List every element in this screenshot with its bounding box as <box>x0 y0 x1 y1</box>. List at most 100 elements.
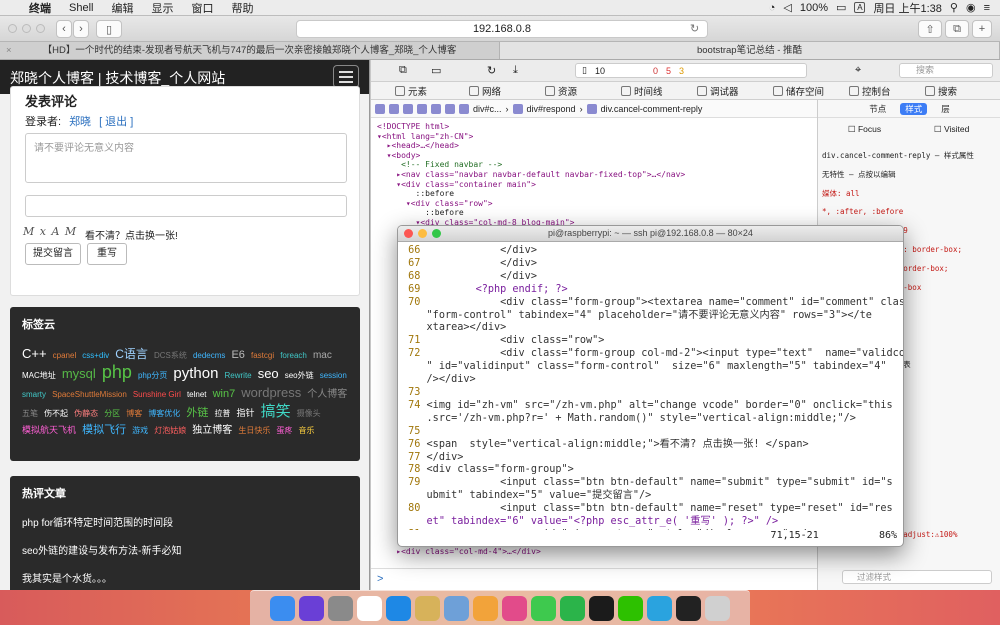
captcha-image[interactable]: M x A M <box>23 225 81 241</box>
tag-link[interactable]: 伪静态 <box>74 409 98 418</box>
dock-launchpad-icon[interactable] <box>328 595 353 621</box>
tag-link[interactable]: 博客优化 <box>148 409 180 418</box>
sidebar-tab-node[interactable]: 节点 <box>869 103 886 115</box>
tag-link[interactable]: 模拟飞行 <box>82 424 126 436</box>
tag-link[interactable]: 博客 <box>126 409 142 418</box>
dock-messages-icon[interactable] <box>531 595 556 621</box>
battery-icon[interactable]: ▭ <box>836 1 846 14</box>
style-rule-line[interactable]: *, :after, :before <box>822 207 903 216</box>
tag-link[interactable]: wordpress <box>241 385 301 400</box>
console-prompt[interactable]: > <box>371 568 817 590</box>
activity-viewer[interactable]: ▯ 10 0 5 3 <box>575 63 807 78</box>
window-minimize-button[interactable] <box>22 24 31 33</box>
breadcrumb-item[interactable]: div#respond <box>527 104 576 114</box>
dock-finder-icon[interactable] <box>270 595 295 621</box>
dom-node[interactable]: ▸<div class="col-md-4">…</div> <box>377 547 811 557</box>
tag-link[interactable]: 搞笑 <box>261 403 291 420</box>
sidebar-tab-layers[interactable]: 层 <box>941 103 950 115</box>
menu-help[interactable]: 帮助 <box>222 0 262 16</box>
style-rule-line[interactable]: 无特性 — 点按以编辑 <box>822 169 896 180</box>
tag-link[interactable]: 伤不起 <box>44 409 68 418</box>
tag-link[interactable]: foreach <box>280 351 307 360</box>
tab-elements[interactable]: 元素 <box>395 84 427 98</box>
tag-link[interactable]: mysql <box>62 366 96 381</box>
tag-link[interactable]: E6 <box>231 349 244 361</box>
volume-icon[interactable]: ◁ <box>783 1 791 14</box>
tab-storage[interactable]: 储存空间 <box>773 84 824 98</box>
comment-textarea[interactable]: 请不要评论无意义内容 <box>25 133 347 183</box>
tag-link[interactable]: seo外链 <box>285 371 314 380</box>
tab-debugger[interactable]: 调试器 <box>697 84 739 98</box>
dock-wechat-icon[interactable] <box>618 595 643 621</box>
tag-link[interactable]: DCS系统 <box>154 351 187 360</box>
new-tab-button[interactable]: + <box>972 20 992 38</box>
hot-article-link[interactable]: seo外链的建设与发布方法-新手必知 <box>22 542 181 557</box>
tag-link[interactable]: php分页 <box>138 371 167 380</box>
dock-telegram-icon[interactable] <box>647 595 672 621</box>
tab-blog-article[interactable]: × 【HD】一个时代的结束-发现者号航天飞机与747的最后一次亲密接触郑晓个人博客… <box>0 42 500 59</box>
tag-link[interactable]: 分区 <box>104 409 120 418</box>
breadcrumb-item[interactable]: div#c... <box>473 104 502 114</box>
tag-link[interactable]: telnet <box>187 390 207 399</box>
tab-resources[interactable]: 资源 <box>545 84 577 98</box>
tag-link[interactable]: 外链 <box>186 407 208 419</box>
tag-link[interactable]: 蛋疼 <box>276 426 292 435</box>
sidebar-toggle-button[interactable]: ▯ <box>96 20 122 38</box>
forward-button[interactable]: › <box>73 20 89 38</box>
validcode-input[interactable] <box>25 195 347 217</box>
back-button[interactable]: ‹ <box>56 20 72 38</box>
tag-link[interactable]: 拉普 <box>214 409 230 418</box>
dock-calendar-icon[interactable] <box>357 595 382 621</box>
tag-link[interactable]: Sunshine Girl <box>133 390 181 399</box>
reset-button[interactable]: 重写 <box>87 243 127 265</box>
tag-link[interactable]: win7 <box>213 388 236 400</box>
battery-percent[interactable]: 100% <box>800 2 828 14</box>
tag-link[interactable]: mac <box>313 350 332 361</box>
tab-bootstrap-notes[interactable]: bootstrap笔记总结 - 推酷 <box>500 42 1000 59</box>
reload-page-icon[interactable]: ↻ <box>487 64 496 77</box>
dom-node[interactable]: ::before <box>377 189 811 199</box>
menu-app-name[interactable]: 终端 <box>20 0 60 16</box>
dom-node[interactable]: ▾<html lang="zh-CN"> <box>377 132 811 142</box>
download-icon[interactable]: ⤓ <box>513 64 518 77</box>
tag-link[interactable]: css+div <box>82 351 109 360</box>
tag-link[interactable]: 五笔 <box>22 409 38 418</box>
tag-link[interactable]: 模拟航天飞机 <box>22 425 76 435</box>
terminal-zoom-button[interactable] <box>432 229 441 238</box>
split-view-icon[interactable]: ▭ <box>431 64 441 77</box>
menu-window[interactable]: 窗口 <box>182 0 222 16</box>
dock-photos-icon[interactable] <box>473 595 498 621</box>
tag-link[interactable]: smarty <box>22 390 46 399</box>
submit-button[interactable]: 提交留言 <box>25 243 81 265</box>
tab-timeline[interactable]: 时间线 <box>621 84 663 98</box>
spotlight-icon[interactable]: ⚲ <box>950 1 958 14</box>
navbar-toggle-button[interactable] <box>333 65 359 88</box>
tag-link[interactable]: Rewrite <box>225 371 252 380</box>
terminal-minimize-button[interactable] <box>418 229 427 238</box>
terminal-close-button[interactable] <box>404 229 413 238</box>
tag-link[interactable]: seo <box>258 366 279 381</box>
tag-link[interactable]: 摄像头 <box>297 409 321 418</box>
reload-icon[interactable]: ↻ <box>690 22 699 35</box>
dock-terminal-icon[interactable] <box>676 595 701 621</box>
clock[interactable]: 周日 上午1:38 <box>873 0 941 16</box>
dock-qq-icon[interactable] <box>589 595 614 621</box>
tag-link[interactable]: 生日快乐 <box>238 426 270 435</box>
share-button[interactable]: ⇧ <box>918 20 942 38</box>
tag-link[interactable]: cpanel <box>53 351 77 360</box>
menu-shell[interactable]: Shell <box>60 2 102 14</box>
dock-siri-icon[interactable] <box>299 595 324 621</box>
dock-itunes-icon[interactable] <box>502 595 527 621</box>
tag-link[interactable]: python <box>173 365 218 382</box>
user-icon[interactable]: ◉ <box>966 1 976 14</box>
dock-mode-icon[interactable]: ⧉ <box>399 64 407 77</box>
dom-node[interactable]: <!-- Fixed navbar --> <box>377 160 811 170</box>
logout-link[interactable]: [ 退出 ] <box>99 116 133 128</box>
tabs-overview-button[interactable]: ⧉ <box>945 20 969 38</box>
tab-network[interactable]: 网络 <box>469 84 501 98</box>
hot-article-link[interactable]: 我其实是个水货。。。 <box>22 570 112 585</box>
tag-link[interactable]: MAC地址 <box>22 371 56 380</box>
style-rule-line[interactable]: div.cancel-comment-reply — 样式属性 <box>822 150 974 161</box>
user-link[interactable]: 郑晓 <box>69 116 91 128</box>
tab-console[interactable]: 控制台 <box>849 84 891 98</box>
